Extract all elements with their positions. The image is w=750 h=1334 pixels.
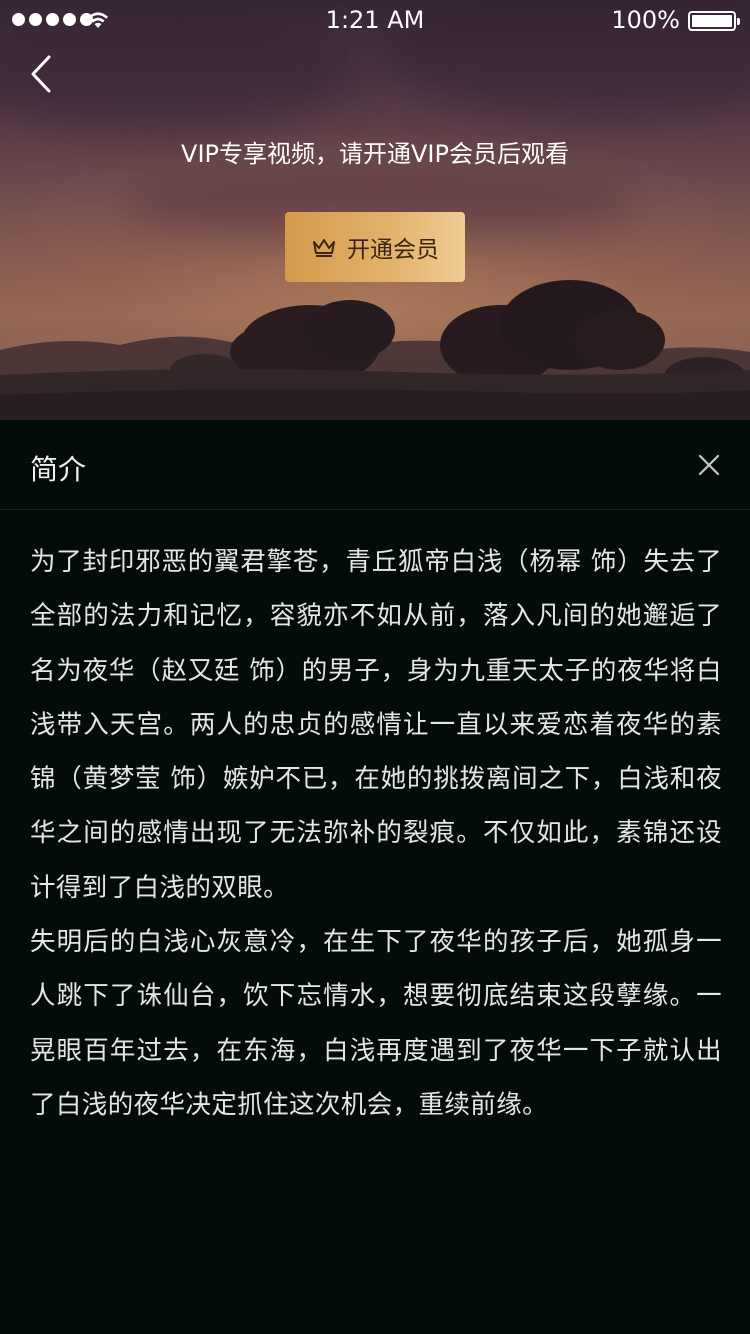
battery-icon bbox=[688, 11, 740, 31]
intro-paragraph-2: 失明后的白浅心灰意冷，在生下了夜华的孩子后，她孤身一人跳下了诛仙台，饮下忘情水，… bbox=[30, 927, 722, 1120]
crown-icon bbox=[313, 239, 335, 257]
overlay-shade bbox=[0, 0, 750, 420]
video-detail-screen: 1:21 AM 100% VIP专享视频，请开通VIP会员后观看 开通会员 简介… bbox=[0, 0, 750, 1334]
battery-percentage: 100% bbox=[611, 6, 680, 34]
open-vip-button[interactable]: 开通会员 bbox=[285, 212, 465, 282]
status-bar: 1:21 AM 100% bbox=[0, 0, 750, 40]
back-chevron-icon[interactable] bbox=[24, 52, 64, 96]
vip-notice-text: VIP专享视频，请开通VIP会员后观看 bbox=[181, 140, 569, 168]
intro-text: 为了封印邪恶的翼君擎苍，青丘狐帝白浅（杨幂 饰）失去了全部的法力和记忆，容貌亦不… bbox=[30, 535, 722, 1132]
open-vip-button-label: 开通会员 bbox=[347, 237, 439, 263]
intro-panel: 简介 为了封印邪恶的翼君擎苍，青丘狐帝白浅（杨幂 饰）失去了全部的法力和记忆，容… bbox=[0, 420, 750, 1334]
intro-title: 简介 bbox=[30, 453, 87, 486]
video-player-area[interactable] bbox=[0, 0, 750, 420]
intro-panel-header: 简介 bbox=[0, 420, 750, 510]
close-icon[interactable] bbox=[692, 448, 726, 482]
intro-paragraph-1: 为了封印邪恶的翼君擎苍，青丘狐帝白浅（杨幂 饰）失去了全部的法力和记忆，容貌亦不… bbox=[30, 547, 722, 903]
